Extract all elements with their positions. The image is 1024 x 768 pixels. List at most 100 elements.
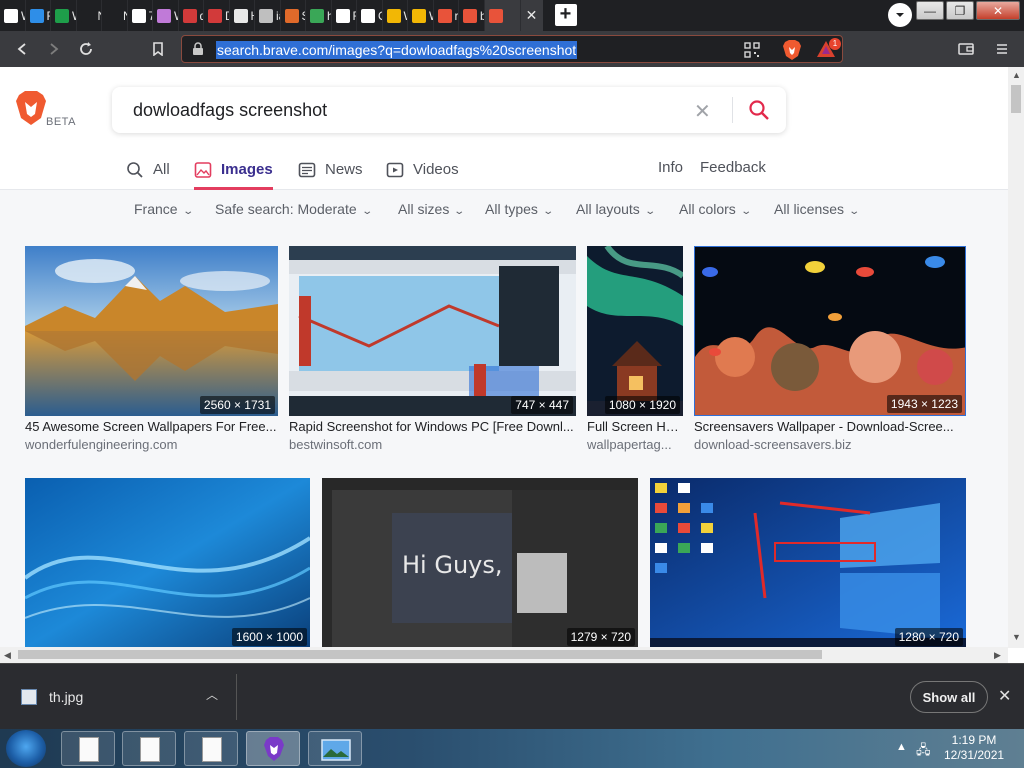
horizontal-scroll-thumb[interactable] xyxy=(18,650,822,659)
scroll-down-icon[interactable]: ▼ xyxy=(1012,632,1021,642)
safe-search-filter[interactable]: Safe search: Moderate ⌄ xyxy=(215,201,373,217)
brave-rewards-button[interactable]: 1 xyxy=(816,38,841,60)
browser-tab[interactable]: ba xyxy=(459,0,485,31)
new-tab-button[interactable]: + xyxy=(554,4,577,26)
chevron-up-icon[interactable]: ︿ xyxy=(206,686,218,703)
browser-tab[interactable]: D xyxy=(204,0,230,31)
tab-videos[interactable]: Videos xyxy=(386,161,459,190)
result-title[interactable]: Full Screen HD ... xyxy=(587,419,683,434)
image-thumbnail[interactable]: Hi Guys, 1279 × 720 xyxy=(322,478,638,647)
browser-tab[interactable]: re xyxy=(434,0,459,31)
start-button[interactable] xyxy=(6,730,46,767)
browser-tab[interactable]: W xyxy=(0,0,26,31)
brave-shields-icon[interactable] xyxy=(782,39,802,61)
color-filter[interactable]: All colors ⌄ xyxy=(679,201,752,217)
taskbar-photo-viewer[interactable] xyxy=(308,731,362,766)
network-icon[interactable]: 🖧 xyxy=(916,741,931,763)
browser-tab[interactable]: Re xyxy=(332,0,357,31)
vertical-scrollbar[interactable]: ▲ ▼ xyxy=(1008,67,1024,648)
wallet-button[interactable] xyxy=(956,39,976,59)
image-result-card[interactable]: 747 × 447 Rapid Screenshot for Windows P… xyxy=(289,246,576,456)
browser-tab[interactable]: New T xyxy=(102,0,128,31)
browser-tab[interactable]: 7- xyxy=(128,0,153,31)
maximize-button[interactable]: ❐ xyxy=(946,1,974,20)
search-box[interactable]: dowloadfags screenshot ✕ xyxy=(112,87,786,133)
taskbar-document-1[interactable] xyxy=(61,731,115,766)
back-button[interactable] xyxy=(12,39,32,59)
brave-logo-icon[interactable] xyxy=(14,89,48,127)
browser-tab[interactable] xyxy=(484,0,521,31)
chevron-down-icon xyxy=(896,13,904,17)
browser-tab[interactable]: ia xyxy=(255,0,281,31)
image-result-card[interactable]: Hi Guys, 1279 × 720 xyxy=(322,478,638,647)
browser-tab[interactable]: Fr xyxy=(26,0,51,31)
info-link[interactable]: Info xyxy=(658,159,683,176)
search-icon[interactable] xyxy=(748,99,770,121)
show-all-button[interactable]: Show all xyxy=(910,681,988,713)
address-bar[interactable]: search.brave.com/images?q=dowloadfags%20… xyxy=(181,35,843,63)
image-thumbnail[interactable]: 1280 × 720 xyxy=(650,478,966,647)
vertical-scroll-thumb[interactable] xyxy=(1011,85,1021,113)
image-result-card[interactable]: 2560 × 1731 45 Awesome Screen Wallpapers… xyxy=(25,246,278,456)
tab-images[interactable]: Images xyxy=(194,161,273,190)
image-result-card[interactable]: 1943 × 1223 Screensavers Wallpaper - Dow… xyxy=(694,246,966,456)
feedback-link[interactable]: Feedback xyxy=(700,159,766,176)
scroll-right-icon[interactable]: ▶ xyxy=(994,650,1001,661)
clock[interactable]: 1:19 PM 12/31/2021 xyxy=(944,733,1004,763)
tab-news[interactable]: News xyxy=(298,161,363,190)
close-window-button[interactable]: ✕ xyxy=(976,1,1020,20)
image-result-card[interactable]: 1280 × 720 xyxy=(650,478,966,647)
browser-tab[interactable]: H xyxy=(230,0,255,31)
result-source[interactable]: wonderfulengineering.com xyxy=(25,437,278,452)
image-thumbnail[interactable]: 1943 × 1223 xyxy=(694,246,966,416)
bookmark-button[interactable] xyxy=(148,39,168,59)
image-thumbnail[interactable]: 1600 × 1000 xyxy=(25,478,310,647)
browser-tab[interactable]: W xyxy=(51,0,77,31)
region-filter[interactable]: France ⌄ xyxy=(134,201,194,217)
browser-tab[interactable]: de xyxy=(179,0,204,31)
tab-close-icon[interactable]: ✕ xyxy=(520,0,543,31)
result-title[interactable]: Screensavers Wallpaper - Download-Scree.… xyxy=(694,419,966,434)
scroll-left-icon[interactable]: ◀ xyxy=(4,650,11,661)
qr-code-icon[interactable] xyxy=(744,42,760,58)
scroll-up-icon[interactable]: ▲ xyxy=(1012,70,1021,80)
size-filter[interactable]: All sizes ⌄ xyxy=(398,201,465,217)
minimize-button[interactable]: — xyxy=(916,1,944,20)
image-result-card[interactable]: 1080 × 1920 Full Screen HD ... wallpaper… xyxy=(587,246,683,456)
image-file-icon[interactable] xyxy=(21,689,37,705)
close-downloads-icon[interactable]: ✕ xyxy=(998,686,1011,706)
image-thumbnail[interactable]: 2560 × 1731 xyxy=(25,246,278,416)
clear-search-icon[interactable]: ✕ xyxy=(694,99,711,124)
show-hidden-icons-icon[interactable]: ▲ xyxy=(896,741,907,753)
browser-tab[interactable]: W xyxy=(153,0,179,31)
main-menu-button[interactable] xyxy=(992,39,1012,59)
result-source[interactable]: download-screensavers.biz xyxy=(694,437,966,452)
tab-all[interactable]: All xyxy=(126,161,170,190)
search-input[interactable]: dowloadfags screenshot xyxy=(133,100,327,121)
browser-tab[interactable]: W xyxy=(408,0,434,31)
license-filter[interactable]: All licenses ⌄ xyxy=(774,201,860,217)
taskbar-document-2[interactable] xyxy=(122,731,176,766)
browser-tab[interactable]: ht xyxy=(306,0,332,31)
result-title[interactable]: 45 Awesome Screen Wallpapers For Free... xyxy=(25,419,278,434)
reload-button[interactable] xyxy=(76,39,96,59)
type-filter[interactable]: All types ⌄ xyxy=(485,201,554,217)
download-filename[interactable]: th.jpg xyxy=(49,689,83,705)
result-source[interactable]: wallpapertag... xyxy=(587,437,683,452)
horizontal-scrollbar[interactable]: ◀ ▶ xyxy=(0,647,1008,663)
taskbar-brave[interactable] xyxy=(246,731,300,766)
image-thumbnail[interactable]: 747 × 447 xyxy=(289,246,576,416)
result-title[interactable]: Rapid Screenshot for Windows PC [Free Do… xyxy=(289,419,576,434)
result-source[interactable]: bestwinsoft.com xyxy=(289,437,576,452)
browser-tab[interactable]: O xyxy=(357,0,383,31)
image-thumbnail[interactable]: 1080 × 1920 xyxy=(587,246,683,416)
tab-search-button[interactable] xyxy=(888,3,912,27)
address-url[interactable]: search.brave.com/images?q=dowloadfags%20… xyxy=(216,41,578,59)
browser-tab[interactable]: New T xyxy=(77,0,102,31)
browser-tab[interactable]: W xyxy=(383,0,408,31)
browser-tab[interactable]: Sc xyxy=(281,0,306,31)
taskbar-document-3[interactable] xyxy=(184,731,238,766)
layout-filter[interactable]: All layouts ⌄ xyxy=(576,201,656,217)
image-result-card[interactable]: 1600 × 1000 xyxy=(25,478,310,647)
forward-button[interactable] xyxy=(44,39,64,59)
